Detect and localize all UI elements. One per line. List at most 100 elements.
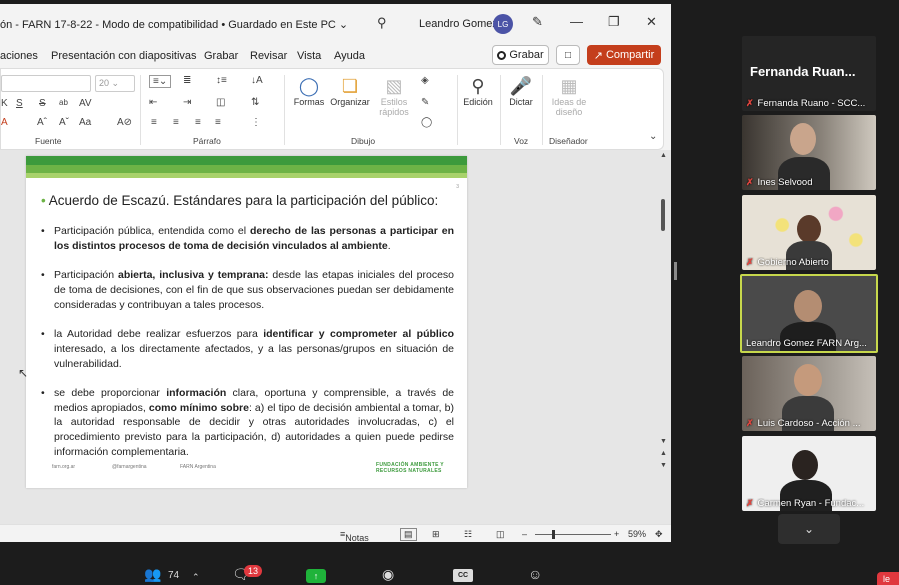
dictar-label: Dictar [509, 97, 533, 107]
scroll-up-icon[interactable]: ▲ [660, 152, 667, 159]
list-item: la Autoridad debe realizar esfuerzos par… [40, 327, 454, 371]
window-title[interactable]: ón - FARN 17-8-22 - Modo de compatibilid… [0, 18, 348, 31]
slide[interactable]: 3 • Acuerdo de Escazú. Estándares para la… [26, 156, 467, 488]
user-name[interactable]: Leandro Gomez [419, 18, 498, 30]
participants-icon[interactable]: 👥 [144, 566, 161, 583]
align-text-icon[interactable]: ⇅ [251, 97, 259, 108]
scroll-down-icon[interactable]: ▼ [660, 438, 667, 445]
comments-button[interactable]: □ [556, 45, 580, 65]
font-size-value: 20 [99, 78, 110, 88]
divider [500, 75, 501, 145]
avatar[interactable]: LG [493, 14, 513, 34]
share-screen-button[interactable]: ↑ [306, 569, 326, 583]
leave-button[interactable]: le [877, 572, 899, 585]
align-right-icon[interactable]: ≡ [195, 117, 201, 128]
italic-icon[interactable]: K [1, 98, 8, 109]
increase-indent-icon[interactable]: ⇥ [183, 97, 191, 108]
text-direction-icon[interactable]: ↓A [251, 75, 263, 86]
participant-big-name: Fernanda Ruan... [750, 64, 856, 79]
grow-font-icon[interactable]: Aˆ [37, 117, 47, 128]
zoom-slider-knob[interactable] [552, 530, 555, 539]
smartart-icon[interactable]: ⋮ [251, 117, 261, 128]
record-button[interactable]: Grabar [492, 45, 549, 65]
tab-ayuda[interactable]: Ayuda [334, 50, 365, 62]
minimize-icon[interactable]: — [570, 14, 583, 29]
outline-icon[interactable]: ✎ [421, 97, 429, 108]
screen: ón - FARN 17-8-22 - Modo de compatibilid… [0, 0, 899, 585]
strikethrough-icon[interactable]: S [39, 98, 46, 109]
fit-slide-icon[interactable]: ✥ [655, 529, 663, 540]
change-case-icon[interactable]: Aa [79, 117, 91, 128]
tab-grabar[interactable]: Grabar [204, 50, 238, 62]
line-spacing-icon[interactable]: ↕≡ [216, 75, 227, 86]
panel-resize-handle[interactable] [674, 262, 677, 280]
bullet-bold: información [166, 386, 227, 399]
participant-tile[interactable]: ✗ Carmen Ryan - Fundac... [742, 436, 876, 511]
captions-button[interactable]: CC [453, 569, 473, 582]
zoom-in-icon[interactable]: + [614, 529, 619, 539]
zoom-slider[interactable] [535, 534, 611, 535]
scroll-participants-button[interactable]: ⌄ [778, 514, 840, 544]
tab-presentacion[interactable]: Presentación con diapositivas [51, 50, 197, 62]
participant-tile-active[interactable]: Leandro Gomez FARN Arg... [740, 274, 878, 353]
effects-icon[interactable]: ◯ [421, 117, 432, 128]
bullets-icon[interactable]: ≡⌄ [149, 75, 172, 88]
notes-button[interactable]: ≡ Notas [340, 529, 369, 542]
ideas-button[interactable]: ▦ Ideas de diseño [546, 75, 592, 117]
font-size-box[interactable]: 20 ⌄ [95, 75, 135, 92]
slide-sorter-icon[interactable]: ⊞ [432, 529, 440, 540]
decrease-indent-icon[interactable]: ⇤ [149, 97, 157, 108]
close-icon[interactable]: ✕ [646, 14, 657, 30]
tab-revisar[interactable]: Revisar [250, 50, 287, 62]
footer-org-2: RECURSOS NATURALES [376, 468, 442, 474]
chevron-up-icon[interactable]: ⌃ [192, 572, 200, 583]
edicion-button[interactable]: ⚲ Edición [459, 75, 497, 107]
numbering-icon[interactable]: ≣ [183, 75, 191, 86]
normal-view-icon[interactable]: ▤ [400, 528, 417, 541]
tab-vista[interactable]: Vista [297, 50, 321, 62]
designer-icon: ▦ [560, 76, 578, 96]
clear-format-icon[interactable]: A⊘ [117, 117, 132, 128]
share-label: Compartir [605, 49, 655, 61]
prev-slide-icon[interactable]: ▲ [660, 450, 667, 457]
participant-tile[interactable]: ✗ Luis Cardoso - Acción ... [742, 356, 876, 431]
slideshow-icon[interactable]: ◫ [496, 529, 505, 540]
share-button[interactable]: ↗ Compartir [587, 45, 661, 65]
meeting-toolbar: 👥 74 ⌃ 🗨 13 ↑ ◉ CC ☺ le [0, 556, 899, 585]
chevron-down-icon[interactable]: ⌄ [649, 131, 657, 142]
zoom-level[interactable]: 59% [628, 529, 646, 539]
record-icon[interactable]: ◉ [382, 566, 394, 583]
restore-icon[interactable]: ❐ [608, 14, 620, 30]
align-center-icon[interactable]: ≡ [173, 117, 179, 128]
vertical-scrollbar[interactable]: ▲ ▼ ▲ ▼ [656, 150, 671, 480]
align-left-icon[interactable]: ≡ [151, 117, 157, 128]
divider [140, 75, 141, 145]
justify-icon[interactable]: ≡ [215, 117, 221, 128]
strike-abc-icon[interactable]: ab [59, 98, 68, 107]
tab-animaciones[interactable]: aciones [0, 50, 38, 62]
fill-icon[interactable]: ◈ [421, 75, 429, 86]
participant-name-row: ✗ Fernanda Ruano - SCC... [746, 98, 874, 109]
zoom-out-icon[interactable]: – [522, 529, 527, 539]
participant-tile[interactable]: ✗ Gobierno Abierto [742, 195, 876, 270]
scroll-thumb[interactable] [661, 199, 665, 231]
reactions-icon[interactable]: ☺ [528, 566, 542, 582]
font-color-icon[interactable]: A [1, 117, 8, 128]
organizar-button[interactable]: ❏ Organizar [327, 75, 373, 107]
next-slide-icon[interactable]: ▼ [660, 462, 667, 469]
reading-view-icon[interactable]: ☷ [464, 529, 472, 540]
participant-name: Leandro Gomez FARN Arg... [746, 338, 867, 349]
font-name-box[interactable] [1, 75, 91, 92]
formas-button[interactable]: ◯ Formas [290, 75, 328, 107]
participant-tile[interactable]: ✗ Ines Selvood [742, 115, 876, 190]
divider [284, 75, 285, 145]
participant-tile[interactable]: Fernanda Ruan... ✗ Fernanda Ruano - SCC..… [742, 36, 876, 111]
underline-icon[interactable]: S [16, 98, 23, 109]
shrink-font-icon[interactable]: Aˇ [59, 117, 69, 128]
columns-icon[interactable]: ◫ [216, 97, 225, 108]
pen-icon[interactable]: ✎ [532, 14, 543, 30]
char-spacing-icon[interactable]: AV [79, 98, 92, 109]
estilos-button[interactable]: ▧ Estilos rápidos [373, 75, 415, 117]
dictar-button[interactable]: 🎤 Dictar [504, 75, 538, 107]
search-icon[interactable]: ⚲ [377, 15, 387, 31]
